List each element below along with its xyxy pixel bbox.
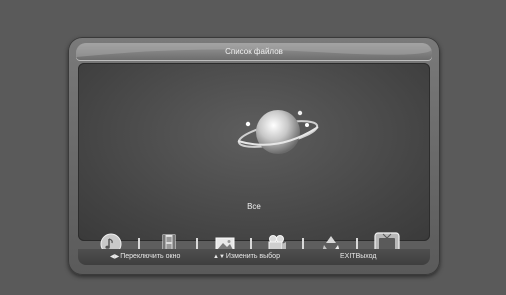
hint-switch-window: ◀▶Переключить окно (110, 253, 180, 260)
content-area: Все (78, 63, 430, 256)
hint-exit: EXITВыход (340, 253, 377, 260)
hint-change-selection-label: Изменить выбор (225, 253, 280, 260)
hint-change-selection: ▲▼Изменить выбор (213, 253, 280, 260)
title-bar: Список файлов (76, 43, 432, 61)
up-down-arrows-icon: ▲▼ (213, 254, 225, 260)
footer-bar: ◀▶Переключить окно ▲▼Изменить выбор EXIT… (78, 249, 430, 265)
hint-exit-label: Выход (355, 253, 377, 260)
all-files-planet-icon (237, 110, 319, 154)
file-list-window: Список файлов Все ◀▶Переключить окно ▲▼И… (68, 37, 440, 275)
hint-switch-window-label: Переключить окно (120, 253, 181, 260)
left-right-arrows-icon: ◀▶ (110, 254, 120, 260)
window-title: Список файлов (225, 47, 283, 56)
exit-key: EXIT (340, 253, 356, 260)
category-label: Все (247, 202, 261, 211)
